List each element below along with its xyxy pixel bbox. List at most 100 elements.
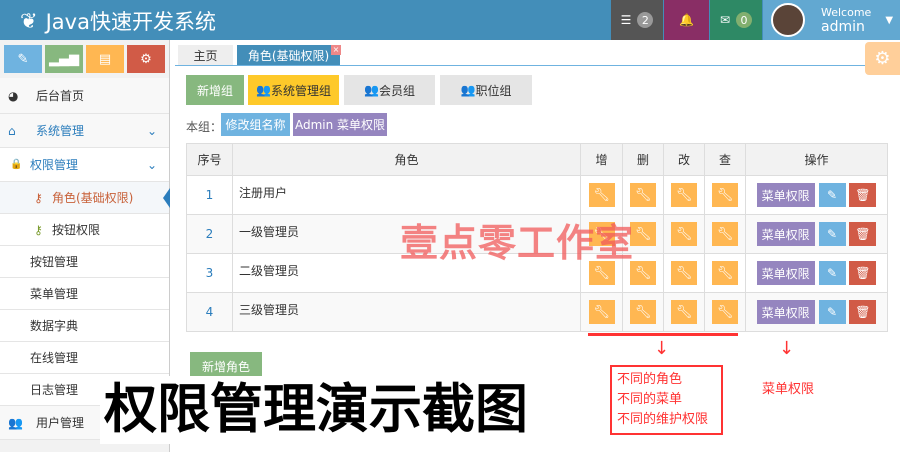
group-system-button[interactable]: 👥 系统管理组 (248, 75, 339, 105)
edit-icon[interactable]: ✎ (818, 222, 846, 246)
shortcut-book[interactable]: ▤ (86, 45, 124, 73)
sidebar-item-menus[interactable]: 菜单管理 (0, 278, 169, 310)
actions-cell: 菜单权限 ✎ 🗑︎ (745, 292, 888, 332)
row-number: 1 (186, 175, 233, 215)
pencil-icon: ✎ (17, 51, 29, 67)
perm-cell: 🔧︎ (704, 175, 746, 215)
watermark: 壹点零工作室 (400, 221, 635, 265)
shortcut-signal[interactable]: ▂▄▆ (45, 45, 83, 73)
actions-cell: 菜单权限 ✎ 🗑︎ (745, 253, 888, 293)
sidebar-item-online[interactable]: 在线管理 (0, 342, 169, 374)
menu-permission-button[interactable]: 菜单权限 (756, 222, 815, 246)
avatar (771, 3, 805, 37)
menu-permission-button[interactable]: 菜单权限 (756, 183, 815, 207)
messages-button[interactable]: ✉ 0 (710, 0, 762, 40)
group-menu-permission-button[interactable]: Admin 菜单权限 (293, 113, 387, 136)
perm-cell: 🔧︎ (580, 292, 623, 332)
sidebar-item-system[interactable]: ⌂ 系统管理 ⌄ (0, 114, 169, 148)
dashboard-icon: ◕ (8, 88, 19, 103)
sidebar-item-buttons[interactable]: 按钮管理 (0, 246, 169, 278)
group-position-button[interactable]: 👥 职位组 (440, 75, 532, 105)
wrench-icon[interactable]: 🔧︎ (588, 300, 615, 324)
wrench-icon[interactable]: 🔧︎ (712, 261, 738, 285)
notifications-button[interactable]: 🔔 (664, 0, 709, 40)
current-group-label: 本组： (186, 120, 223, 134)
book-icon: ▤ (98, 51, 112, 67)
perm-cell: 🔧︎ (580, 175, 623, 215)
active-indicator (163, 188, 170, 208)
home-icon: ⌂ (8, 123, 16, 138)
tasks-icon: ☰ (620, 13, 632, 27)
col-add: 增 (580, 143, 623, 176)
top-navbar: ❦ Java快速开发系统 ☰ 2 🔔 ✉ 0 Welcome admin ▼ (0, 0, 900, 40)
row-number: 4 (186, 292, 233, 332)
rename-group-button[interactable]: 修改组名称 (221, 113, 290, 136)
table-row: 1 注册用户 🔧︎ 🔧︎ 🔧︎ 🔧︎ 菜单权限 ✎ 🗑︎ (186, 175, 888, 215)
chevron-down-icon: ⌄ (146, 157, 157, 172)
arrow-down-icon: ↓ (654, 338, 670, 359)
sidebar-item-dashboard[interactable]: ◕ 后台首页 (0, 78, 169, 114)
trash-icon[interactable]: 🗑︎ (849, 183, 877, 207)
key-icon: ⚷ (34, 222, 43, 237)
shortcut-cogs[interactable]: ⚙ (127, 45, 165, 73)
wrench-icon[interactable]: 🔧︎ (712, 222, 738, 246)
gear-icon: ⚙ (874, 48, 891, 69)
envelope-icon: ✉ (719, 13, 731, 27)
perm-cell: 🔧︎ (622, 292, 664, 332)
caret-down-icon: ▼ (885, 14, 894, 26)
add-group-button[interactable]: 新增组 (186, 75, 244, 105)
wrench-icon[interactable]: 🔧︎ (671, 183, 697, 207)
trash-icon[interactable]: 🗑︎ (849, 261, 877, 285)
col-delete: 删 (622, 143, 664, 176)
users-icon: 👥 (256, 83, 271, 97)
underline-annotation (588, 333, 738, 336)
sidebar-item-permissions[interactable]: 🔒 权限管理 ⌄ (0, 148, 169, 182)
actions-cell: 菜单权限 ✎ 🗑︎ (745, 175, 888, 215)
col-no: 序号 (186, 143, 233, 176)
users-icon: 👥 (364, 83, 379, 97)
cogs-icon: ⚙ (140, 51, 152, 67)
bell-icon: 🔔 (679, 13, 694, 27)
sidebar-item-roles[interactable]: ⚷ 角色(基础权限) (0, 182, 169, 214)
tab-divider (175, 65, 865, 66)
group-member-button[interactable]: 👥 会员组 (344, 75, 435, 105)
shortcut-pencil[interactable]: ✎ (4, 45, 42, 73)
key-icon: ⚷ (34, 190, 43, 205)
trash-icon[interactable]: 🗑︎ (849, 300, 877, 324)
tasks-button[interactable]: ☰ 2 (611, 0, 663, 40)
edit-icon[interactable]: ✎ (818, 300, 846, 324)
wrench-icon[interactable]: 🔧︎ (588, 183, 615, 207)
wrench-icon[interactable]: 🔧︎ (712, 183, 738, 207)
edit-icon[interactable]: ✎ (818, 261, 846, 285)
col-view: 查 (704, 143, 746, 176)
close-tab-icon[interactable]: × (331, 45, 341, 55)
sidebar-item-button-perms[interactable]: ⚷ 按钮权限 (0, 214, 169, 246)
wrench-icon[interactable]: 🔧︎ (671, 222, 697, 246)
wrench-icon[interactable]: 🔧︎ (671, 300, 697, 324)
perm-cell: 🔧︎ (663, 253, 705, 293)
menu-permission-button[interactable]: 菜单权限 (756, 300, 815, 324)
wrench-icon[interactable]: 🔧︎ (712, 300, 738, 324)
sidebar-item-dictionary[interactable]: 数据字典 (0, 310, 169, 342)
wrench-icon[interactable]: 🔧︎ (630, 300, 656, 324)
note-box: 不同的角色 不同的菜单 不同的维护权限 (610, 365, 723, 435)
wrench-icon[interactable]: 🔧︎ (671, 261, 697, 285)
tab-roles[interactable]: 角色(基础权限) (237, 45, 340, 65)
lock-icon: 🔒 (10, 159, 23, 170)
row-number: 2 (186, 214, 233, 254)
brand[interactable]: ❦ Java快速开发系统 (20, 6, 216, 36)
settings-gear-button[interactable]: ⚙ (865, 42, 900, 75)
trash-icon[interactable]: 🗑︎ (849, 222, 877, 246)
perm-cell: 🔧︎ (663, 214, 705, 254)
tab-home[interactable]: 主页 (178, 45, 233, 65)
caption-text: 权限管理演示截图 (100, 376, 532, 444)
arrow-down-icon: ↓ (779, 338, 795, 359)
col-role: 角色 (232, 143, 581, 176)
col-actions: 操作 (745, 143, 888, 176)
table-row: 4 三级管理员 🔧︎ 🔧︎ 🔧︎ 🔧︎ 菜单权限 ✎ 🗑︎ (186, 292, 888, 332)
perm-cell: 🔧︎ (704, 292, 746, 332)
menu-permission-button[interactable]: 菜单权限 (756, 261, 815, 285)
user-menu[interactable]: Welcome admin ▼ (763, 0, 900, 40)
wrench-icon[interactable]: 🔧︎ (630, 183, 656, 207)
edit-icon[interactable]: ✎ (818, 183, 846, 207)
